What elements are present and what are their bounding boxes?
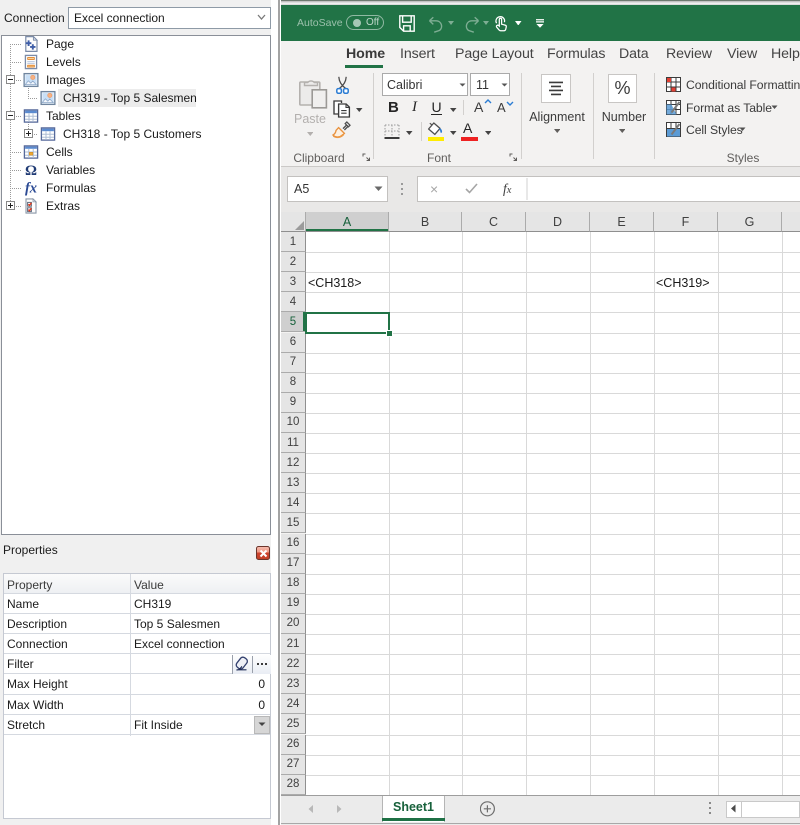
svg-text:fx: fx	[25, 180, 37, 196]
svg-text:Ω: Ω	[25, 163, 37, 178]
